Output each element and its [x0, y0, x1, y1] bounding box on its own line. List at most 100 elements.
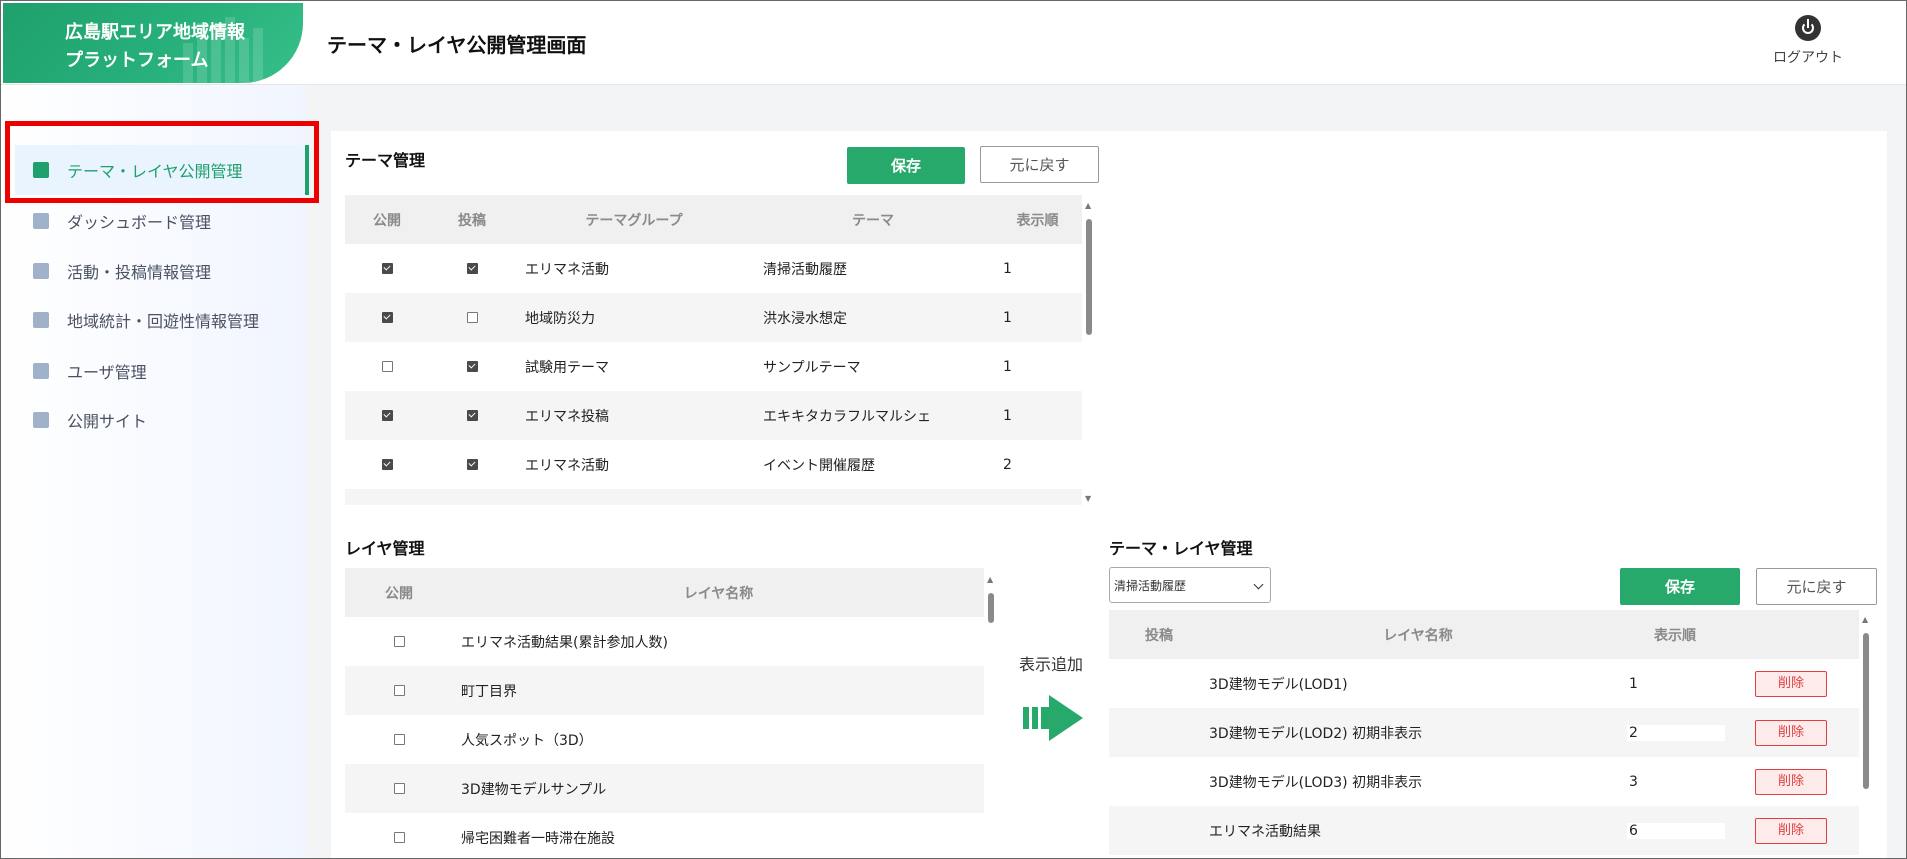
public-checkbox[interactable] — [393, 832, 405, 843]
table-row[interactable]: エリマネ活動 イベント開催履歴 2 — [345, 440, 1082, 489]
delete-button[interactable]: 削除 — [1755, 719, 1827, 746]
dashboard-icon — [33, 213, 49, 229]
public-checkbox[interactable] — [381, 263, 393, 274]
public-checkbox[interactable] — [381, 410, 393, 421]
column-header[interactable]: テーマグループ — [515, 195, 753, 244]
layer-name-cell: 3D建物モデルサンプル — [461, 781, 607, 798]
layer-table-scrollbar[interactable]: ▲ — [985, 575, 997, 858]
sidebar-item-stats[interactable]: 地域統計・回遊性情報管理 — [33, 305, 259, 335]
public-checkbox[interactable] — [381, 361, 393, 372]
column-header[interactable]: レイヤ名称 — [1209, 610, 1627, 659]
theme-layer-table-scrollbar[interactable]: ▲ — [1860, 615, 1872, 858]
column-header[interactable]: 投稿 — [1109, 610, 1209, 659]
sidebar-item-label: 公開サイト — [67, 412, 148, 431]
theme-table-container: 公開 投稿 テーマグループ テーマ 表示順 エリマネ活動 清掃活動履歴 1 地域防災力… — [345, 195, 1082, 505]
theme-select[interactable]: 清掃活動履歴 — [1109, 567, 1271, 603]
display-order-input[interactable]: 6 — [1627, 822, 1725, 839]
theme-layer-management-title: テーマ・レイヤ管理 — [1109, 539, 1253, 558]
theme-revert-button[interactable]: 元に戻す — [980, 146, 1099, 183]
add-display-label: 表示追加 — [1018, 655, 1083, 674]
post-checkbox[interactable] — [466, 410, 478, 421]
theme-group-cell: エリマネ活動 — [525, 457, 609, 474]
app-window: 広島駅エリア地域情報 プラットフォーム テーマ・レイヤ公開管理画面 ログアウト … — [0, 0, 1907, 859]
delete-button[interactable]: 削除 — [1755, 670, 1827, 697]
table-row[interactable]: 3D建物モデル(LOD1) 1 削除 — [1109, 659, 1859, 708]
display-order-input[interactable]: 1 — [1627, 675, 1725, 692]
sidebar-item-users[interactable]: ユーザ管理 — [33, 356, 147, 386]
public-checkbox[interactable] — [393, 636, 405, 647]
stats-icon — [33, 312, 49, 328]
sidebar-item-public-site[interactable]: 公開サイト — [33, 405, 147, 435]
table-row[interactable]: エリマネ活動結果(累計参加人数) — [345, 617, 984, 666]
public-checkbox[interactable] — [393, 734, 405, 745]
column-header[interactable]: レイヤ名称 — [453, 568, 984, 617]
table-row[interactable]: 3D建物モデルサンプル — [345, 764, 984, 813]
column-header[interactable]: テーマ — [753, 195, 993, 244]
add-display-arrow-button[interactable] — [1023, 695, 1083, 741]
display-order-cell: 1 — [1003, 309, 1012, 326]
theme-layer-save-button[interactable]: 保存 — [1620, 568, 1740, 605]
activity-icon — [33, 263, 49, 279]
logo-title-line2: プラットフォーム — [65, 50, 209, 71]
table-row[interactable]: エリマネ活動結果 6 削除 — [1109, 806, 1859, 855]
theme-table-scrollbar[interactable]: ▲ ▼ — [1083, 201, 1095, 503]
theme-layer-revert-button[interactable]: 元に戻す — [1756, 568, 1877, 605]
sidebar-item-activity[interactable]: 活動・投稿情報管理 — [33, 256, 211, 286]
theme-group-cell: エリマネ投稿 — [525, 408, 609, 425]
table-row[interactable]: 町丁目界 — [345, 666, 984, 715]
layer-table-container: 公開 レイヤ名称 エリマネ活動結果(累計参加人数) 町丁目界 人気スポット（3D） 3… — [345, 568, 984, 858]
table-row[interactable]: 帰宅困難者一時滞在施設 — [345, 813, 984, 858]
table-row[interactable]: 3D建物モデル(LOD2) 初期非表示 2 削除 — [1109, 708, 1859, 757]
column-header[interactable]: 表示順 — [1627, 610, 1723, 659]
top-header: 広島駅エリア地域情報 プラットフォーム テーマ・レイヤ公開管理画面 ログアウト — [1, 1, 1906, 85]
display-order-cell: 1 — [1003, 407, 1012, 424]
layer-name-cell: 3D建物モデル(LOD2) 初期非表示 — [1209, 725, 1423, 742]
display-order-cell: 1 — [1003, 260, 1012, 277]
delete-button[interactable]: 削除 — [1755, 817, 1827, 844]
table-row[interactable]: 人気スポット（3D） — [345, 715, 984, 764]
theme-group-cell: 地域防災力 — [525, 310, 595, 327]
scrollbar-thumb[interactable] — [1863, 633, 1869, 789]
logout-button[interactable]: ログアウト — [1763, 15, 1853, 67]
public-checkbox[interactable] — [381, 312, 393, 323]
table-row[interactable]: 地域防災力 洪水浸水想定 1 — [345, 293, 1082, 342]
public-checkbox[interactable] — [393, 685, 405, 696]
theme-layer-table-container: 投稿 レイヤ名称 表示順 3D建物モデル(LOD1) 1 削除 3D建物モデル(LOD… — [1109, 610, 1859, 858]
column-header[interactable]: 公開 — [345, 568, 453, 617]
display-order-input[interactable]: 3 — [1627, 773, 1725, 790]
theme-save-button[interactable]: 保存 — [847, 147, 965, 184]
table-row[interactable]: 3D建物モデル(LOD3) 初期非表示 3 削除 — [1109, 757, 1859, 806]
theme-group-cell: 試験用テーマ — [525, 359, 609, 376]
highlight-annotation — [5, 121, 319, 203]
layer-management-title: レイヤ管理 — [345, 539, 425, 558]
theme-layer-table: 投稿 レイヤ名称 表示順 3D建物モデル(LOD1) 1 削除 3D建物モデル(LOD… — [1109, 610, 1859, 855]
theme-select-value: 清掃活動履歴 — [1114, 578, 1187, 593]
table-row[interactable]: エリマネ活動 清掃活動履歴 1 — [345, 244, 1082, 293]
table-row[interactable]: 地域防災力津波浸水想定2 — [345, 489, 1082, 505]
public-checkbox[interactable] — [381, 459, 393, 470]
theme-group-cell: エリマネ活動 — [525, 261, 609, 278]
sidebar-item-dashboard[interactable]: ダッシュボード管理 — [33, 206, 211, 236]
public-checkbox[interactable] — [393, 783, 405, 794]
post-checkbox[interactable] — [466, 459, 478, 470]
column-header — [1723, 610, 1859, 659]
sidebar-item-label: ダッシュボード管理 — [67, 213, 212, 232]
theme-table: 公開 投稿 テーマグループ テーマ 表示順 エリマネ活動 清掃活動履歴 1 地域防災力… — [345, 195, 1082, 505]
display-order-input[interactable]: 2 — [1627, 724, 1725, 741]
column-header[interactable]: 表示順 — [993, 195, 1082, 244]
power-icon — [1795, 15, 1821, 41]
table-row[interactable]: エリマネ投稿 エキキタカラフルマルシェ 1 — [345, 391, 1082, 440]
platform-logo[interactable]: 広島駅エリア地域情報 プラットフォーム — [3, 3, 303, 83]
column-header[interactable]: 公開 — [345, 195, 429, 244]
post-checkbox[interactable] — [466, 361, 478, 372]
column-header[interactable]: 投稿 — [429, 195, 515, 244]
chevron-down-icon — [1253, 579, 1264, 590]
table-row[interactable]: 試験用テーマ サンプルテーマ 1 — [345, 342, 1082, 391]
post-checkbox[interactable] — [466, 263, 478, 274]
scrollbar-thumb[interactable] — [1086, 219, 1092, 335]
delete-button[interactable]: 削除 — [1755, 768, 1827, 795]
theme-name-cell: エキキタカラフルマルシェ — [763, 408, 931, 425]
theme-name-cell: 清掃活動履歴 — [763, 261, 847, 278]
post-checkbox[interactable] — [466, 312, 478, 323]
scrollbar-thumb[interactable] — [988, 593, 994, 623]
